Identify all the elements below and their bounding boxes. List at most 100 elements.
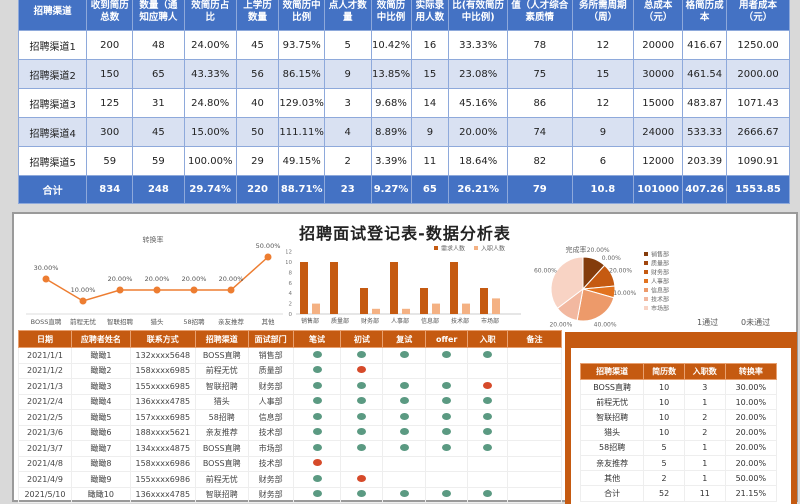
column-header: 效简历中比例 xyxy=(370,0,412,31)
table-row: 2021/2/5 瞰瞰5 157xxxx6985 58招聘 信息部 xyxy=(18,409,562,426)
name-cell: 瞰瞰2 xyxy=(70,362,131,379)
bar xyxy=(492,298,500,314)
total-cell: 65 xyxy=(410,175,450,204)
table-cell: 2 xyxy=(683,424,726,441)
channel-cell: 亲友推荐 xyxy=(194,424,249,441)
pass-dot-icon xyxy=(357,443,367,451)
legend-swatch xyxy=(644,261,648,265)
table-cell: 1 xyxy=(683,394,726,411)
table-cell: 13.85% xyxy=(370,59,412,89)
table-cell: 416.67 xyxy=(682,30,728,60)
pass-dot-icon xyxy=(312,350,322,358)
name-cell: 瞰瞰7 xyxy=(70,440,131,457)
data-label: 20.00% xyxy=(108,275,133,283)
table-cell: 1 xyxy=(683,454,726,472)
column-header: 收到简历总数 xyxy=(86,0,134,31)
column-header: 招聘渠道 xyxy=(579,363,645,380)
channel-cell: BOSS直聘 xyxy=(194,440,249,457)
pass-dot-icon xyxy=(357,397,367,405)
legend-label: 市场部 xyxy=(651,305,669,313)
table-cell: 10 xyxy=(643,409,685,426)
column-header: 用者成本（元） xyxy=(726,0,790,31)
table-cell: 10.00% xyxy=(724,394,778,411)
status-cell xyxy=(292,378,342,395)
legend-swatch xyxy=(644,288,648,292)
table-cell: 20.00% xyxy=(724,424,778,441)
phone-cell: 188xxxx5621 xyxy=(129,424,196,441)
column-header: 备注 xyxy=(507,330,562,348)
status-cell xyxy=(467,471,509,488)
pass-dot-icon xyxy=(312,474,322,482)
date-cell: 2021/1/3 xyxy=(18,378,72,395)
status-cell xyxy=(292,393,342,410)
column-header: 格简历成本 xyxy=(682,0,728,31)
table-cell: 8.89% xyxy=(370,117,412,147)
table-cell: 12000 xyxy=(633,146,684,176)
status-cell xyxy=(425,440,469,457)
table-cell: 1090.91 xyxy=(726,146,790,176)
table-cell: 150 xyxy=(86,59,134,89)
pass-dot-icon xyxy=(399,443,409,451)
column-header: 上学历数量 xyxy=(235,0,280,31)
note-cell xyxy=(507,409,562,426)
table-cell: 11 xyxy=(683,485,726,502)
data-label: 10.00% xyxy=(71,286,96,294)
phone-cell: 158xxxx6986 xyxy=(129,455,196,472)
dept-cell: 市场部 xyxy=(247,440,294,457)
table-row: 招聘渠道1 200 48 24.00% 45 93.75% 5 10.42% 16 33.33% 7… xyxy=(17,30,790,60)
legend-swatch xyxy=(434,246,438,250)
pass-dot-icon xyxy=(483,490,493,498)
x-tick-label: 信息部 xyxy=(421,317,439,325)
bar xyxy=(312,303,320,314)
pass-dot-icon xyxy=(442,490,452,498)
table-row: 2021/2/4 瞰瞰4 136xxxx4785 猎头 人事部 xyxy=(18,393,562,410)
data-label: 20.00% xyxy=(219,275,244,283)
status-cell xyxy=(382,424,427,441)
pass-dot-icon xyxy=(357,412,367,420)
y-tick-label: 8 xyxy=(289,270,293,276)
table-cell: 24.80% xyxy=(183,88,237,118)
pass-dot-icon xyxy=(357,490,367,498)
table-cell: 461.54 xyxy=(682,59,728,89)
table-cell: 招聘渠道2 xyxy=(17,59,88,89)
legend-label: 技术部 xyxy=(651,296,669,304)
y-tick-label: 4 xyxy=(289,291,293,297)
table-cell: 猎头 xyxy=(579,424,645,441)
x-tick-label: 前程无忧 xyxy=(70,317,97,326)
pass-dot-icon xyxy=(357,381,367,389)
name-cell: 瞰瞰1 xyxy=(70,347,131,364)
column-header: offer xyxy=(425,330,469,348)
channel-stats-table: 招聘渠道 收到简历总数 数量（通知应聘人 效简历占比 上学历数量 效简历中比例 点人才数量效… xyxy=(17,0,790,204)
date-cell: 2021/5/10 xyxy=(18,486,72,503)
status-cell xyxy=(425,486,469,503)
status-cell xyxy=(340,378,384,395)
conversion-line-chart: 转换率 30.00% BOSS直聘 10.00% 前程无忧 20.00% 智联招聘 20.00… xyxy=(26,235,283,326)
dept-cell: 质量部 xyxy=(247,362,294,379)
legend-swatch xyxy=(644,297,648,301)
pass-dot-icon xyxy=(399,412,409,420)
summary-inner: 招聘渠道 简历数 入职数 转换率 BOSS直聘 10 3 30.00% 前程无忧 10 1 10.0… xyxy=(571,348,791,504)
table-cell: 14 xyxy=(410,88,450,118)
bar xyxy=(432,303,440,314)
fail-dot-icon xyxy=(312,459,322,467)
table-row: 招聘渠道4 300 45 15.00% 50 111.11% 4 8.89% 9 20.00% 74… xyxy=(17,117,790,147)
pass-dot-icon xyxy=(442,381,452,389)
column-header: 入职 xyxy=(467,330,509,348)
status-cell xyxy=(467,424,509,441)
fail-dot-icon xyxy=(357,474,367,482)
table-cell: 78 xyxy=(507,30,573,60)
table-cell: 9.68% xyxy=(370,88,412,118)
channel-cell: BOSS直聘 xyxy=(194,347,249,364)
table-cell: 招聘渠道5 xyxy=(17,146,88,176)
note-cell xyxy=(507,362,562,379)
column-header: 总成本（元） xyxy=(633,0,684,31)
table-cell: 招聘渠道3 xyxy=(17,88,88,118)
data-point xyxy=(116,286,124,294)
data-label: 20.00% xyxy=(145,275,170,283)
channel-cell: 猎头 xyxy=(194,393,249,410)
table-cell: 86 xyxy=(507,88,573,118)
x-tick-label: 其他 xyxy=(262,317,276,326)
dept-cell: 财务部 xyxy=(247,471,294,488)
dept-cell: 技术部 xyxy=(247,424,294,441)
data-label: 60.00% xyxy=(534,267,557,274)
